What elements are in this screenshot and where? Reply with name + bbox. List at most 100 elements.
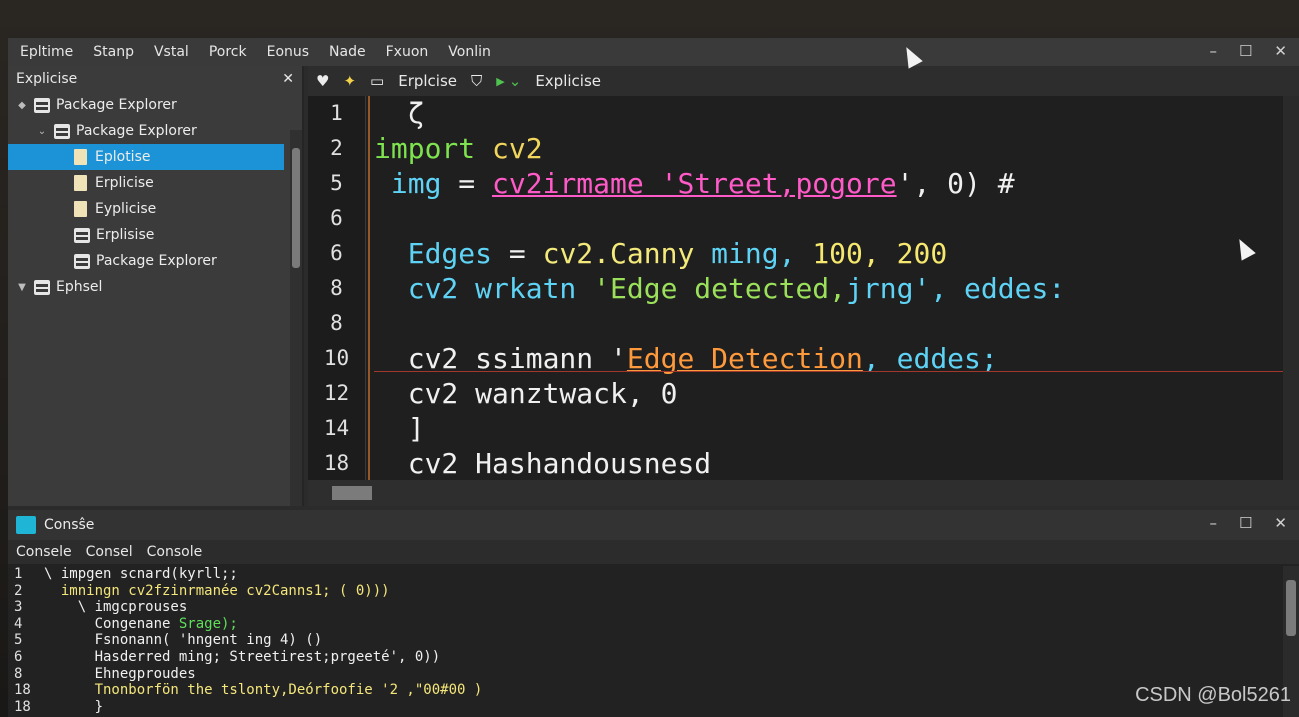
console-line-text: \ imgcprouses	[44, 599, 188, 616]
shield-icon[interactable]: ⛉	[471, 72, 482, 90]
explorer-title: Explicise	[16, 71, 78, 87]
console-close-icon[interactable]: ✕	[1274, 514, 1287, 532]
menu-item-run[interactable]: Vonlin	[448, 44, 491, 60]
maximize-icon[interactable]: ☐	[1239, 42, 1252, 60]
fold-guide	[368, 96, 370, 480]
file-icon	[74, 201, 87, 217]
screen-icon[interactable]: ▭	[370, 72, 384, 90]
console-line: 3 \ imgcprouses	[8, 599, 1283, 616]
console-line: 2 imningn cv2fzinrmanée cv2Canns1; ( 0))…	[8, 583, 1283, 600]
console-text: \ imgcprouses	[44, 599, 188, 616]
console-line-number: 3	[14, 599, 23, 616]
editor-hscroll-thumb[interactable]	[332, 486, 372, 500]
explorer-item[interactable]: ◆ Package Explorer	[8, 92, 302, 118]
code-line: import cv2	[374, 131, 1279, 166]
console-icon	[16, 516, 36, 534]
file-icon	[74, 149, 87, 165]
code-token: ', 0) #	[896, 167, 1015, 200]
menu-item-search[interactable]: Nade	[329, 44, 366, 60]
explorer-item[interactable]: Eplotise	[8, 144, 284, 170]
explorer-item[interactable]: ⌄ Package Explorer	[8, 118, 302, 144]
watermark: CSDN @Bol5261	[1135, 684, 1291, 706]
menu-item-file[interactable]: Epltime	[20, 44, 73, 60]
console-scroll-thumb[interactable]	[1286, 580, 1296, 636]
menu-item-source[interactable]: Vstal	[154, 44, 189, 60]
menu-item-refactor[interactable]: Porck	[209, 44, 247, 60]
code-token: cv2irmame 'Street,pogore	[492, 167, 897, 200]
package-icon	[74, 227, 90, 243]
console-line: 5 Fsnonann( 'hngent ing 4) ()	[8, 632, 1283, 649]
code-area[interactable]: ζ import cv2 img = cv2irmame 'Street,pogo…	[374, 96, 1299, 480]
console-line-number: 18	[14, 682, 31, 699]
console-minimize-icon[interactable]: –	[1209, 514, 1217, 532]
console-line-number: 6	[14, 648, 23, 665]
console-line-text: imningn cv2fzinrmanée cv2Canns1; ( 0)))	[44, 583, 390, 600]
tree-toggle-icon[interactable]: ▼	[16, 282, 28, 293]
code-token: ming,	[694, 237, 813, 270]
console-line-number: 8	[14, 665, 23, 682]
console-line-number: 4	[14, 615, 23, 632]
code-line: ζ	[374, 96, 1279, 131]
console-text: Hasderred ming; Streetirest;prgeeté', 0)…	[44, 648, 441, 665]
console-line-text: Tnonborfön the tslonty,Deórfoofie '2 ,"0…	[44, 682, 483, 699]
menu-bar: Epltime Stanp Vstal Porck Eonus Nade Fxu…	[8, 38, 1299, 66]
heart-icon[interactable]: ♥	[316, 72, 329, 90]
code-line: img = cv2irmame 'Street,pogore', 0) #	[374, 166, 1279, 201]
console-output[interactable]: 1 \ impgen scnard(kyrll;; 2 imningn cv2fzi…	[8, 566, 1283, 717]
explorer-scrollbar[interactable]	[290, 130, 302, 506]
line-number: 10	[323, 346, 350, 370]
package-icon	[34, 279, 50, 295]
explorer-item-label: Eplotise	[95, 149, 151, 165]
tree-toggle-icon[interactable]: ⌄	[36, 126, 48, 137]
menu-item-edit[interactable]: Stanp	[93, 44, 134, 60]
menu-item-project[interactable]: Fxuon	[386, 44, 429, 60]
console-line-text: Ehnegproudes	[44, 666, 196, 683]
current-line-marker	[374, 371, 1299, 372]
explorer-item[interactable]: Eyplicise	[8, 196, 302, 222]
menu-item-navigate[interactable]: Eonus	[267, 44, 309, 60]
explorer-item[interactable]: ▼ Ephsel	[8, 274, 302, 300]
console-line: 8 Ehnegproudes	[8, 666, 1283, 683]
code-token: , eddes:	[930, 272, 1066, 305]
code-token: =	[492, 237, 543, 270]
code-line: cv2 wanztwack, 0	[374, 376, 1279, 411]
editor-tab-erplcise[interactable]: Erplcise	[398, 72, 457, 90]
explorer-item-label: Eyplicise	[95, 201, 157, 217]
line-number: 8	[330, 311, 343, 335]
console-text: Tnonborfön the tslonty,Deórfoofie '2 ,"0…	[44, 682, 483, 699]
sparkle-icon[interactable]: ✦	[343, 72, 356, 90]
line-number-gutter: 1 2 5 6 6 8 8 10 12 14 18	[308, 96, 366, 480]
explorer-item[interactable]: Erplicise	[8, 170, 302, 196]
console-tab-1[interactable]: Consele	[16, 544, 72, 560]
explorer-close-icon[interactable]: ✕	[282, 71, 294, 87]
explorer-item[interactable]: Package Explorer	[8, 248, 302, 274]
run-icon[interactable]: ▶	[496, 75, 504, 88]
code-token: cv2.Canny	[542, 237, 695, 270]
explorer-item[interactable]: Erplisise	[8, 222, 302, 248]
console-line: 6 Hasderred ming; Streetirest;prgeeté', …	[8, 649, 1283, 666]
minimize-icon[interactable]: –	[1209, 42, 1217, 60]
tree-toggle-icon[interactable]: ◆	[16, 100, 28, 111]
console-maximize-icon[interactable]: ☐	[1239, 514, 1252, 532]
console-tab-3[interactable]: Console	[147, 544, 203, 560]
package-icon	[34, 97, 50, 113]
explorer-scroll-thumb[interactable]	[292, 148, 300, 268]
editor-vertical-scrollbar[interactable]	[1283, 96, 1299, 480]
console-tab-2[interactable]: Consel	[86, 544, 133, 560]
chevron-down-icon[interactable]: ⌄	[509, 72, 522, 90]
close-icon[interactable]: ✕	[1274, 42, 1287, 60]
console-line: 18 Tnonborfön the tslonty,Deórfoofie '2 …	[8, 682, 1283, 699]
code-token: jrng'	[846, 272, 931, 305]
editor-horizontal-scrollbar[interactable]	[308, 480, 1299, 506]
console-text: \ impgen scnard(kyrll;;	[44, 566, 238, 582]
editor-tab-explicise[interactable]: Explicise	[535, 72, 601, 90]
console-line-number: 18	[14, 698, 31, 715]
code-token: import	[374, 132, 493, 165]
console-line: 4 Congenane Srage);	[8, 616, 1283, 633]
